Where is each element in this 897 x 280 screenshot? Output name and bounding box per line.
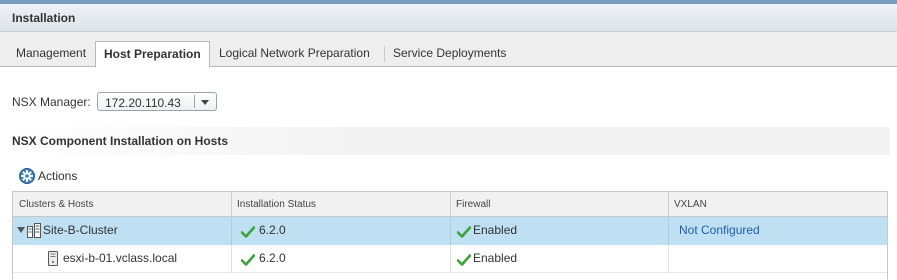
cell-divider bbox=[450, 245, 451, 273]
cell-divider bbox=[231, 217, 232, 245]
chevron-down-icon[interactable] bbox=[201, 100, 209, 105]
checkmark-icon bbox=[241, 254, 255, 266]
table-row[interactable]: esxi-b-01.vclass.local 6.2.0 Enabled bbox=[13, 245, 887, 273]
cluster-name: Site-B-Cluster bbox=[43, 223, 118, 237]
install-status: 6.2.0 bbox=[259, 251, 286, 265]
cluster-icon bbox=[27, 223, 41, 238]
panel-header: Installation bbox=[0, 4, 897, 32]
firewall-status: Enabled bbox=[473, 223, 518, 237]
nsx-manager-value: 172.20.110.43 bbox=[105, 96, 181, 110]
panel-title: Installation bbox=[12, 11, 76, 25]
install-status: 6.2.0 bbox=[259, 223, 286, 237]
expand-toggle-icon[interactable] bbox=[17, 227, 25, 233]
tab-logical-network-preparation[interactable]: Logical Network Preparation bbox=[211, 41, 378, 67]
checkmark-icon bbox=[241, 226, 255, 238]
column-divider bbox=[231, 192, 232, 217]
vxlan-configure-link[interactable]: Not Configured bbox=[679, 223, 760, 237]
checkmark-icon bbox=[457, 226, 471, 238]
column-divider bbox=[668, 192, 669, 217]
section-title: NSX Component Installation on Hosts bbox=[12, 134, 229, 148]
nsx-manager-select[interactable]: 172.20.110.43 bbox=[97, 92, 217, 111]
grid-header: Clusters & Hosts Installation Status Fir… bbox=[13, 192, 887, 217]
section-header: NSX Component Installation on Hosts bbox=[0, 127, 890, 155]
actions-label: Actions bbox=[38, 169, 78, 183]
column-header-vxlan[interactable]: VXLAN bbox=[674, 199, 707, 210]
tab-service-deployments[interactable]: Service Deployments bbox=[385, 41, 514, 67]
hosts-grid: Clusters & Hosts Installation Status Fir… bbox=[12, 191, 888, 280]
cell-divider bbox=[668, 245, 669, 273]
column-header-firewall[interactable]: Firewall bbox=[456, 199, 490, 210]
table-row[interactable]: Site-B-Cluster 6.2.0 Enabled Not Configu… bbox=[13, 217, 887, 245]
nsx-manager-label: NSX Manager: bbox=[12, 95, 91, 109]
checkmark-icon bbox=[457, 254, 471, 266]
cell-divider bbox=[668, 217, 669, 245]
tab-bar: Management Host Preparation Logical Netw… bbox=[0, 32, 897, 68]
host-name: esxi-b-01.vclass.local bbox=[63, 251, 178, 265]
tab-management[interactable]: Management bbox=[8, 41, 94, 67]
gear-icon bbox=[19, 168, 35, 184]
host-server-icon bbox=[48, 251, 58, 266]
cell-divider bbox=[450, 217, 451, 245]
column-header-clusters-hosts[interactable]: Clusters & Hosts bbox=[19, 199, 93, 210]
select-divider bbox=[194, 95, 195, 108]
cell-divider bbox=[231, 245, 232, 273]
tab-host-preparation[interactable]: Host Preparation bbox=[95, 41, 210, 68]
firewall-status: Enabled bbox=[473, 251, 518, 265]
column-header-installation-status[interactable]: Installation Status bbox=[237, 199, 316, 210]
column-divider bbox=[450, 192, 451, 217]
